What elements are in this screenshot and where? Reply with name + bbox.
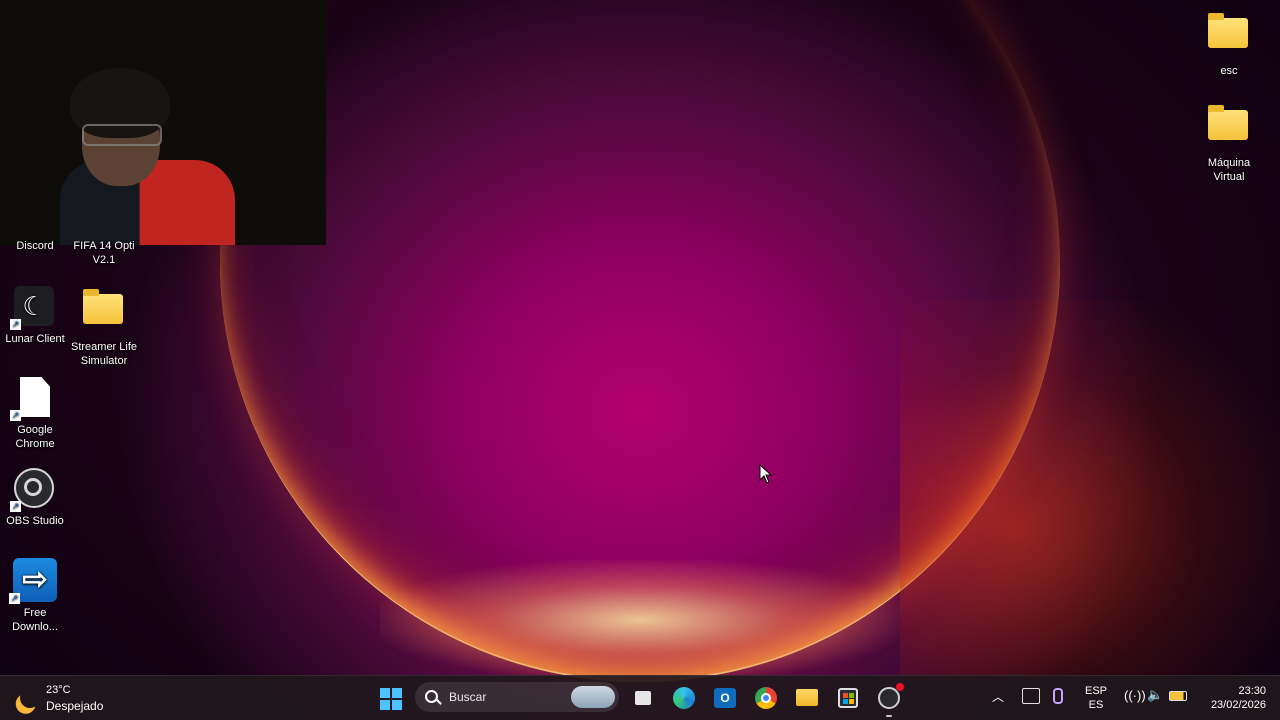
file-explorer-icon bbox=[796, 689, 818, 707]
taskbar-file-explorer[interactable] bbox=[792, 683, 822, 713]
document-icon: ↗ bbox=[10, 377, 56, 421]
taskbar-edge[interactable] bbox=[669, 683, 699, 713]
desktop-icon-label: Discord bbox=[16, 240, 54, 252]
desktop-icon-google-chrome[interactable]: ↗ Google Chrome bbox=[0, 377, 70, 451]
desktop-icon-label: Google Chrome bbox=[15, 424, 55, 450]
webcam-person-glasses bbox=[82, 124, 162, 146]
chevron-up-icon: ︿ bbox=[992, 690, 1005, 704]
wifi-icon: ((·)) bbox=[1124, 688, 1146, 703]
obs-icon: ↗ bbox=[10, 468, 56, 512]
mouse-cursor-icon bbox=[759, 463, 773, 489]
clock-time: 23:30 bbox=[1238, 685, 1266, 697]
tray-microphone[interactable] bbox=[1053, 688, 1063, 708]
shortcut-arrow-icon: ↗ bbox=[10, 410, 21, 421]
taskbar-chrome[interactable] bbox=[751, 683, 781, 713]
tray-onedrive[interactable] bbox=[1022, 688, 1040, 708]
keyboard-layout-code: ES bbox=[1088, 699, 1104, 711]
onedrive-icon bbox=[1022, 688, 1040, 704]
desktop-icon-label: Streamer Life Simulator bbox=[70, 341, 138, 367]
shortcut-arrow-icon: ↗ bbox=[10, 319, 21, 330]
desktop-icon-lunar-client[interactable]: ☾ ↗ Lunar Client bbox=[0, 286, 70, 346]
desktop-icon-label: Lunar Client bbox=[5, 333, 65, 345]
folder-icon bbox=[1208, 13, 1250, 60]
taskbar-search-box[interactable]: Buscar bbox=[415, 682, 619, 712]
chrome-icon bbox=[755, 686, 777, 709]
windows-logo-icon bbox=[380, 688, 402, 710]
desktop-icon-label: OBS Studio bbox=[6, 515, 64, 527]
task-view-button[interactable] bbox=[628, 683, 658, 713]
desktop-icon-free-download-manager[interactable]: ⇨ ↗ Free Downlo... bbox=[0, 558, 70, 634]
desktop-icon-label: FIFA 14 Opti V2.1 bbox=[73, 240, 135, 266]
language-code: ESP bbox=[1085, 685, 1108, 697]
battery-icon bbox=[1169, 691, 1187, 701]
microphone-icon bbox=[1053, 688, 1063, 704]
desktop-icon-label: Free Downlo... bbox=[12, 607, 58, 633]
store-icon bbox=[838, 687, 858, 708]
taskbar-clock[interactable]: 23:30 23/02/2026 bbox=[1200, 684, 1266, 712]
desktop-icon-label: esc bbox=[1220, 65, 1238, 77]
outlook-icon: O bbox=[714, 687, 736, 708]
weather-description: Despejado bbox=[46, 699, 104, 713]
obs-icon bbox=[878, 682, 904, 709]
tray-battery[interactable] bbox=[1169, 691, 1187, 705]
desktop-icon-label: Máquina Virtual bbox=[1207, 157, 1251, 183]
folder-icon bbox=[1208, 105, 1250, 152]
moon-icon bbox=[17, 685, 43, 711]
wallpaper-glow bbox=[380, 560, 900, 680]
tray-volume[interactable]: 🔈 bbox=[1147, 688, 1163, 703]
download-manager-icon: ⇨ ↗ bbox=[9, 558, 57, 604]
folder-icon bbox=[83, 289, 125, 336]
edge-icon bbox=[673, 686, 695, 709]
webcam-overlay bbox=[0, 0, 326, 245]
desktop-icon-streamer-life-simulator[interactable]: Streamer Life Simulator bbox=[69, 286, 139, 368]
input-language-indicator[interactable]: ESP ES bbox=[1085, 684, 1107, 712]
running-indicator bbox=[886, 715, 892, 717]
speaker-icon: 🔈 bbox=[1147, 687, 1164, 702]
desktop-icon-discord[interactable]: Discord bbox=[0, 239, 70, 253]
show-hidden-icons-button[interactable]: ︿ bbox=[992, 690, 1004, 705]
lunar-client-icon: ☾ ↗ bbox=[10, 286, 56, 330]
task-view-icon bbox=[635, 690, 651, 705]
desktop-icon-obs-studio[interactable]: ↗ OBS Studio bbox=[0, 468, 70, 528]
shortcut-arrow-icon: ↗ bbox=[10, 501, 21, 512]
search-icon bbox=[425, 690, 438, 703]
shortcut-arrow-icon: ↗ bbox=[9, 593, 20, 604]
desktop-icon-esc[interactable]: esc bbox=[1194, 10, 1264, 78]
clock-date: 23/02/2026 bbox=[1210, 699, 1266, 711]
weather-temperature: 23°C bbox=[46, 684, 71, 696]
wallpaper-glow-right bbox=[900, 300, 1280, 680]
tray-network[interactable]: ((·)) bbox=[1124, 689, 1146, 704]
taskbar-store[interactable] bbox=[833, 683, 863, 713]
recording-indicator-icon bbox=[896, 682, 904, 691]
desktop-icon-fifa[interactable]: FIFA 14 Opti V2.1 bbox=[69, 239, 139, 267]
search-placeholder: Buscar bbox=[449, 690, 487, 704]
search-highlight-image bbox=[571, 686, 615, 708]
desktop-icon-maquina-virtual[interactable]: Máquina Virtual bbox=[1194, 102, 1264, 184]
taskbar-outlook[interactable]: O bbox=[710, 683, 740, 713]
taskbar-obs[interactable] bbox=[874, 682, 904, 717]
start-button[interactable] bbox=[376, 684, 406, 714]
